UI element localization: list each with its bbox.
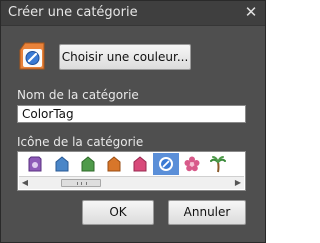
green-tag-icon[interactable] bbox=[75, 153, 101, 175]
scrollbar-grip-icon bbox=[77, 182, 87, 185]
flower-icon[interactable] bbox=[179, 153, 205, 175]
category-icon-label: Icône de la catégorie bbox=[17, 135, 144, 149]
close-icon[interactable]: ✕ bbox=[243, 4, 259, 20]
scroll-left-icon[interactable]: ◀ bbox=[19, 177, 31, 189]
create-category-dialog: Créer une catégorie ✕ Choisir une couleu… bbox=[0, 0, 266, 243]
category-preview-icon bbox=[17, 41, 47, 71]
icon-list-scrollbar[interactable]: ◀ ▶ bbox=[19, 176, 244, 189]
color-tag-icon[interactable] bbox=[153, 153, 179, 175]
category-name-label: Nom de la catégorie bbox=[17, 88, 139, 102]
purple-badge-icon[interactable] bbox=[22, 153, 48, 175]
pink-tag-icon[interactable] bbox=[127, 153, 153, 175]
blue-tag-icon[interactable] bbox=[49, 153, 75, 175]
category-icon-list: ◀ ▶ bbox=[17, 151, 246, 191]
category-name-input[interactable] bbox=[17, 105, 246, 123]
ok-button[interactable]: OK bbox=[82, 200, 154, 225]
scroll-right-icon[interactable]: ▶ bbox=[232, 177, 244, 189]
cancel-button[interactable]: Annuler bbox=[168, 200, 246, 225]
orange-tag-icon[interactable] bbox=[101, 153, 127, 175]
title-bar: Créer une catégorie ✕ bbox=[1, 1, 265, 26]
choose-color-button[interactable]: Choisir une couleur... bbox=[59, 44, 191, 70]
palm-tree-icon[interactable] bbox=[205, 153, 231, 175]
scrollbar-thumb[interactable] bbox=[61, 179, 101, 187]
dialog-title: Créer une catégorie bbox=[8, 5, 138, 20]
